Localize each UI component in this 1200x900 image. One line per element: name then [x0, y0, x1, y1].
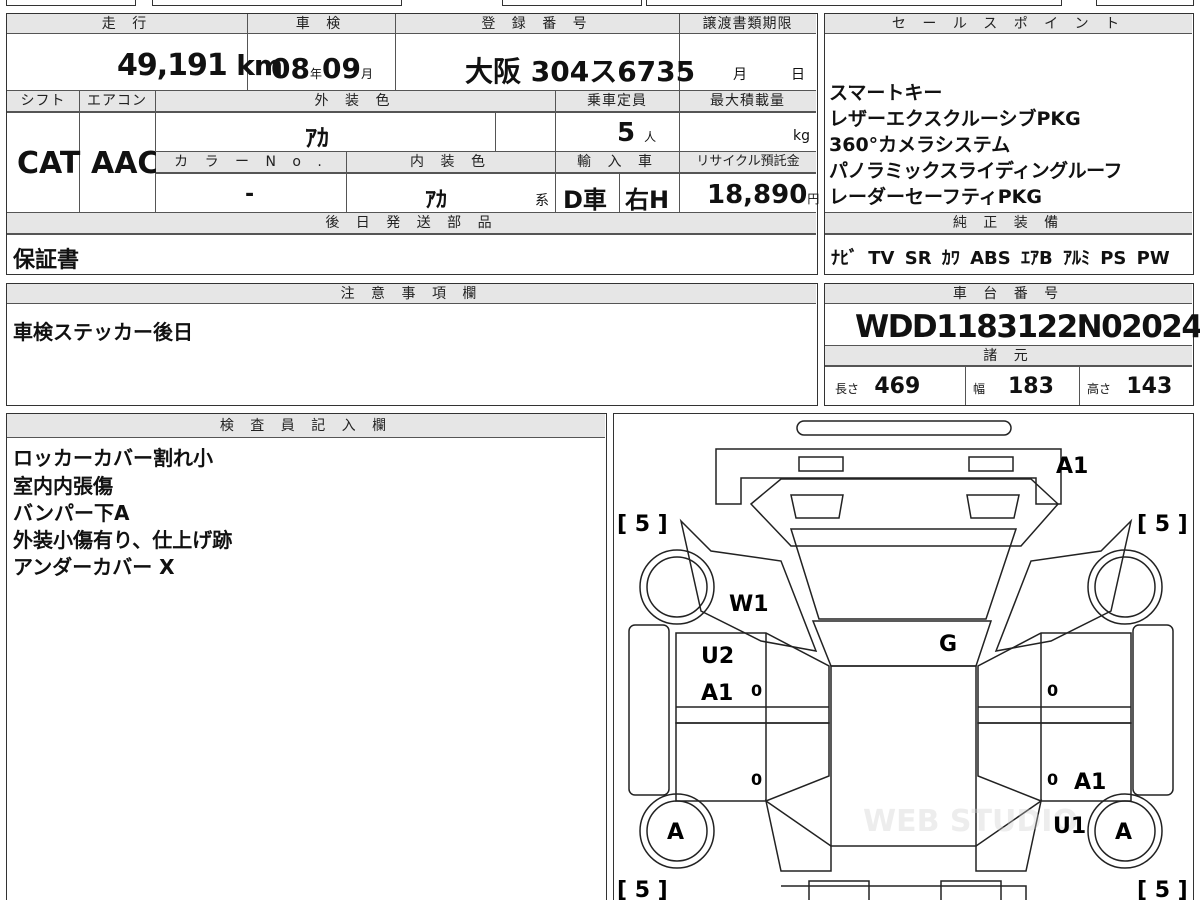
sales-point: パノラミックスライディングルーフ [829, 160, 1122, 182]
color-no-header: カ ラ ー N o . [156, 152, 346, 173]
tire-rear-right: [ 5 ] [1137, 878, 1188, 900]
shift-value: CAT [17, 146, 81, 181]
door-zero: 0 [1047, 770, 1058, 789]
mark-rear-right-door: A1 [1074, 770, 1106, 795]
tire-front-left: [ 5 ] [617, 512, 668, 537]
mark-rear-right-wheel: A [1115, 820, 1132, 845]
sales-point: スマートキー [829, 82, 943, 104]
handle-value: 右H [625, 186, 670, 214]
recycle-header: リサイクル預託金 [680, 152, 816, 173]
interior-color-header: 内 装 色 [346, 152, 555, 173]
exterior-color-value: ｱｶ [305, 124, 329, 152]
mileage-header: 走 行 [7, 14, 247, 34]
shift-header: シフト [7, 91, 79, 112]
mark-front-left-door: U2 [701, 644, 734, 669]
sales-point: 360°カメラシステム [829, 134, 1011, 156]
chassis-panel: 車 台 番 号 WDD1183122N020246 諸 元 長さ 469 幅 1… [824, 283, 1200, 406]
door-zero: 0 [751, 770, 762, 789]
inspector-header: 検 査 員 記 入 欄 [7, 414, 605, 438]
interior-suffix: 系 [535, 193, 549, 209]
later-parts-value: 保証書 [13, 248, 80, 273]
inspector-note: アンダーカバー X [13, 555, 175, 579]
mark-rear-right-fender: U1 [1053, 814, 1086, 839]
spec-width: 幅 183 [973, 374, 1054, 399]
capacity-value: 5 人 [617, 118, 657, 148]
capacity-header: 乗車定員 [555, 91, 679, 112]
top-strip [6, 0, 1194, 7]
watermark: WEB STUDIO [863, 804, 1078, 839]
plate-header: 登 録 番 号 [395, 14, 679, 34]
inspector-note: 室内内張傷 [13, 474, 113, 498]
import-header: 輸 入 車 [556, 152, 679, 173]
mark-front-left-door-2: A1 [701, 681, 733, 706]
mileage-value: 49,191 km [117, 48, 283, 83]
chassis-header: 車 台 番 号 [825, 284, 1192, 304]
roof [811, 620, 993, 667]
equipment-value: ﾅﾋﾞ TV SR ｶﾜ ABS ｴｱB ｱﾙﾐ PS PW [831, 248, 1170, 269]
door-zero: 0 [751, 681, 762, 700]
spec-length: 長さ 469 [835, 374, 921, 399]
chassis-number: WDD1183122N020246 [855, 309, 1200, 345]
inspector-note: ロッカーカバー割れ小 [13, 446, 213, 470]
vehicle-info-table: 走 行 車 検 登 録 番 号 譲渡書類期限 49,191 km 08年09月 … [6, 13, 820, 275]
import-value: D車 [563, 186, 607, 214]
sales-point: レザーエクスクルーシブPKG [829, 108, 1081, 130]
plate-value: 大阪 304ス6735 [465, 55, 696, 88]
notes-panel: 注 意 事 項 欄 車検ステッカー後日 [6, 283, 818, 406]
sales-point: レーダーセーフティPKG [829, 186, 1042, 208]
front-bumper-bar [796, 420, 1012, 436]
interior-color-value: ｱｶ [425, 188, 448, 213]
mark-roof: G [939, 632, 957, 657]
notes-header: 注 意 事 項 欄 [7, 284, 816, 304]
mark-front-bumper: A1 [1056, 454, 1088, 479]
inspector-note: 外装小傷有り、仕上げ跡 [13, 528, 233, 552]
inspection-value: 08年09月 [271, 52, 373, 85]
max-load-header: 最大積載量 [679, 91, 816, 112]
mark-rear-left-wheel: A [667, 820, 684, 845]
car-diagram-panel: WEB STUDIO A1 W1 G U2 A1 A1 U1 A A 0 0 0… [613, 413, 1194, 900]
sales-points-header: セ ー ル ス ポ イ ン ト [825, 14, 1192, 34]
max-load-unit: kg [793, 128, 810, 144]
inspector-panel: 検 査 員 記 入 欄 ロッカーカバー割れ小 室内内張傷 バンパー下A 外装小傷… [6, 413, 607, 900]
tire-rear-left: [ 5 ] [617, 878, 668, 900]
specs-header: 諸 元 [825, 346, 1192, 366]
later-parts-header: 後 日 発 送 部 品 [7, 213, 816, 234]
inspection-header: 車 検 [247, 14, 395, 34]
mark-windshield: W1 [729, 592, 769, 617]
door-zero: 0 [1047, 681, 1058, 700]
sales-points-panel: セ ー ル ス ポ イ ン ト スマートキー レザーエクスクルーシブPKG 36… [824, 13, 1194, 275]
aircon-header: エアコン [79, 91, 155, 112]
inspector-note: バンパー下A [13, 501, 130, 525]
equipment-header: 純 正 装 備 [825, 213, 1192, 234]
color-no-value: - [245, 182, 255, 207]
recycle-value: 18,890円 [707, 180, 820, 210]
deadline-header: 譲渡書類期限 [679, 14, 816, 34]
deadline-month: 月 [733, 67, 747, 83]
exterior-color-header: 外 装 色 [155, 91, 555, 112]
car-diagram: WEB STUDIO A1 W1 G U2 A1 A1 U1 A A 0 0 0… [617, 420, 1188, 900]
windshield [789, 528, 1018, 620]
deadline-day: 日 [791, 67, 805, 83]
spec-height: 高さ 143 [1087, 374, 1173, 399]
notes-value: 車検ステッカー後日 [13, 320, 193, 344]
tire-front-right: [ 5 ] [1137, 512, 1188, 537]
aircon-value: AAC [91, 146, 160, 181]
